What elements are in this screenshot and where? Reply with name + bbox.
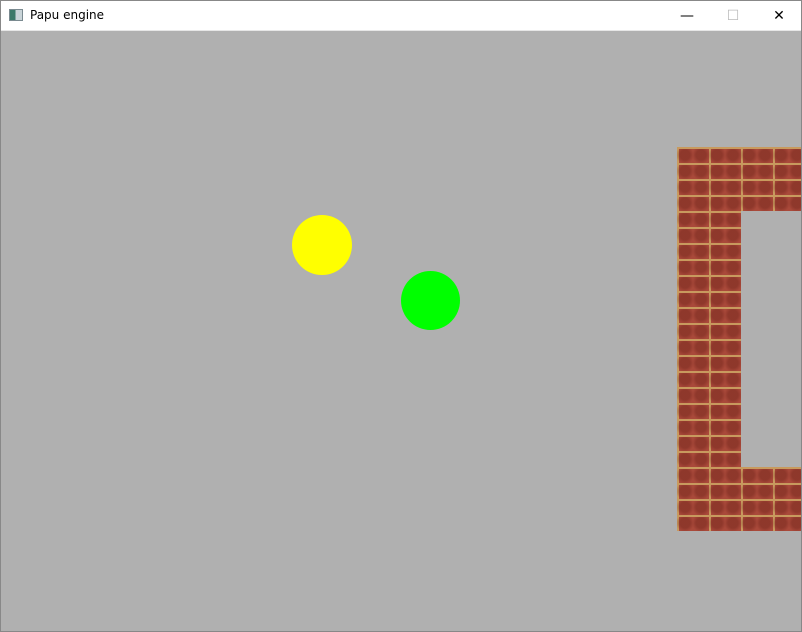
game-canvas[interactable] <box>1 31 802 631</box>
minimize-button[interactable]: — <box>664 0 710 31</box>
close-icon: ✕ <box>773 7 785 24</box>
green-ball <box>401 271 460 330</box>
maximize-icon: ☐ <box>726 7 740 24</box>
brick-wall-bottom <box>677 467 802 531</box>
window-title: Papu engine <box>30 8 105 22</box>
title-bar: Papu engine — ☐ ✕ <box>0 0 802 31</box>
brick-wall-top <box>677 147 802 211</box>
brick-wall-left <box>677 211 741 467</box>
maximize-button[interactable]: ☐ <box>710 0 756 31</box>
app-icon <box>9 9 23 21</box>
yellow-ball <box>292 215 352 275</box>
minimize-icon: — <box>680 7 694 24</box>
close-button[interactable]: ✕ <box>756 0 802 31</box>
